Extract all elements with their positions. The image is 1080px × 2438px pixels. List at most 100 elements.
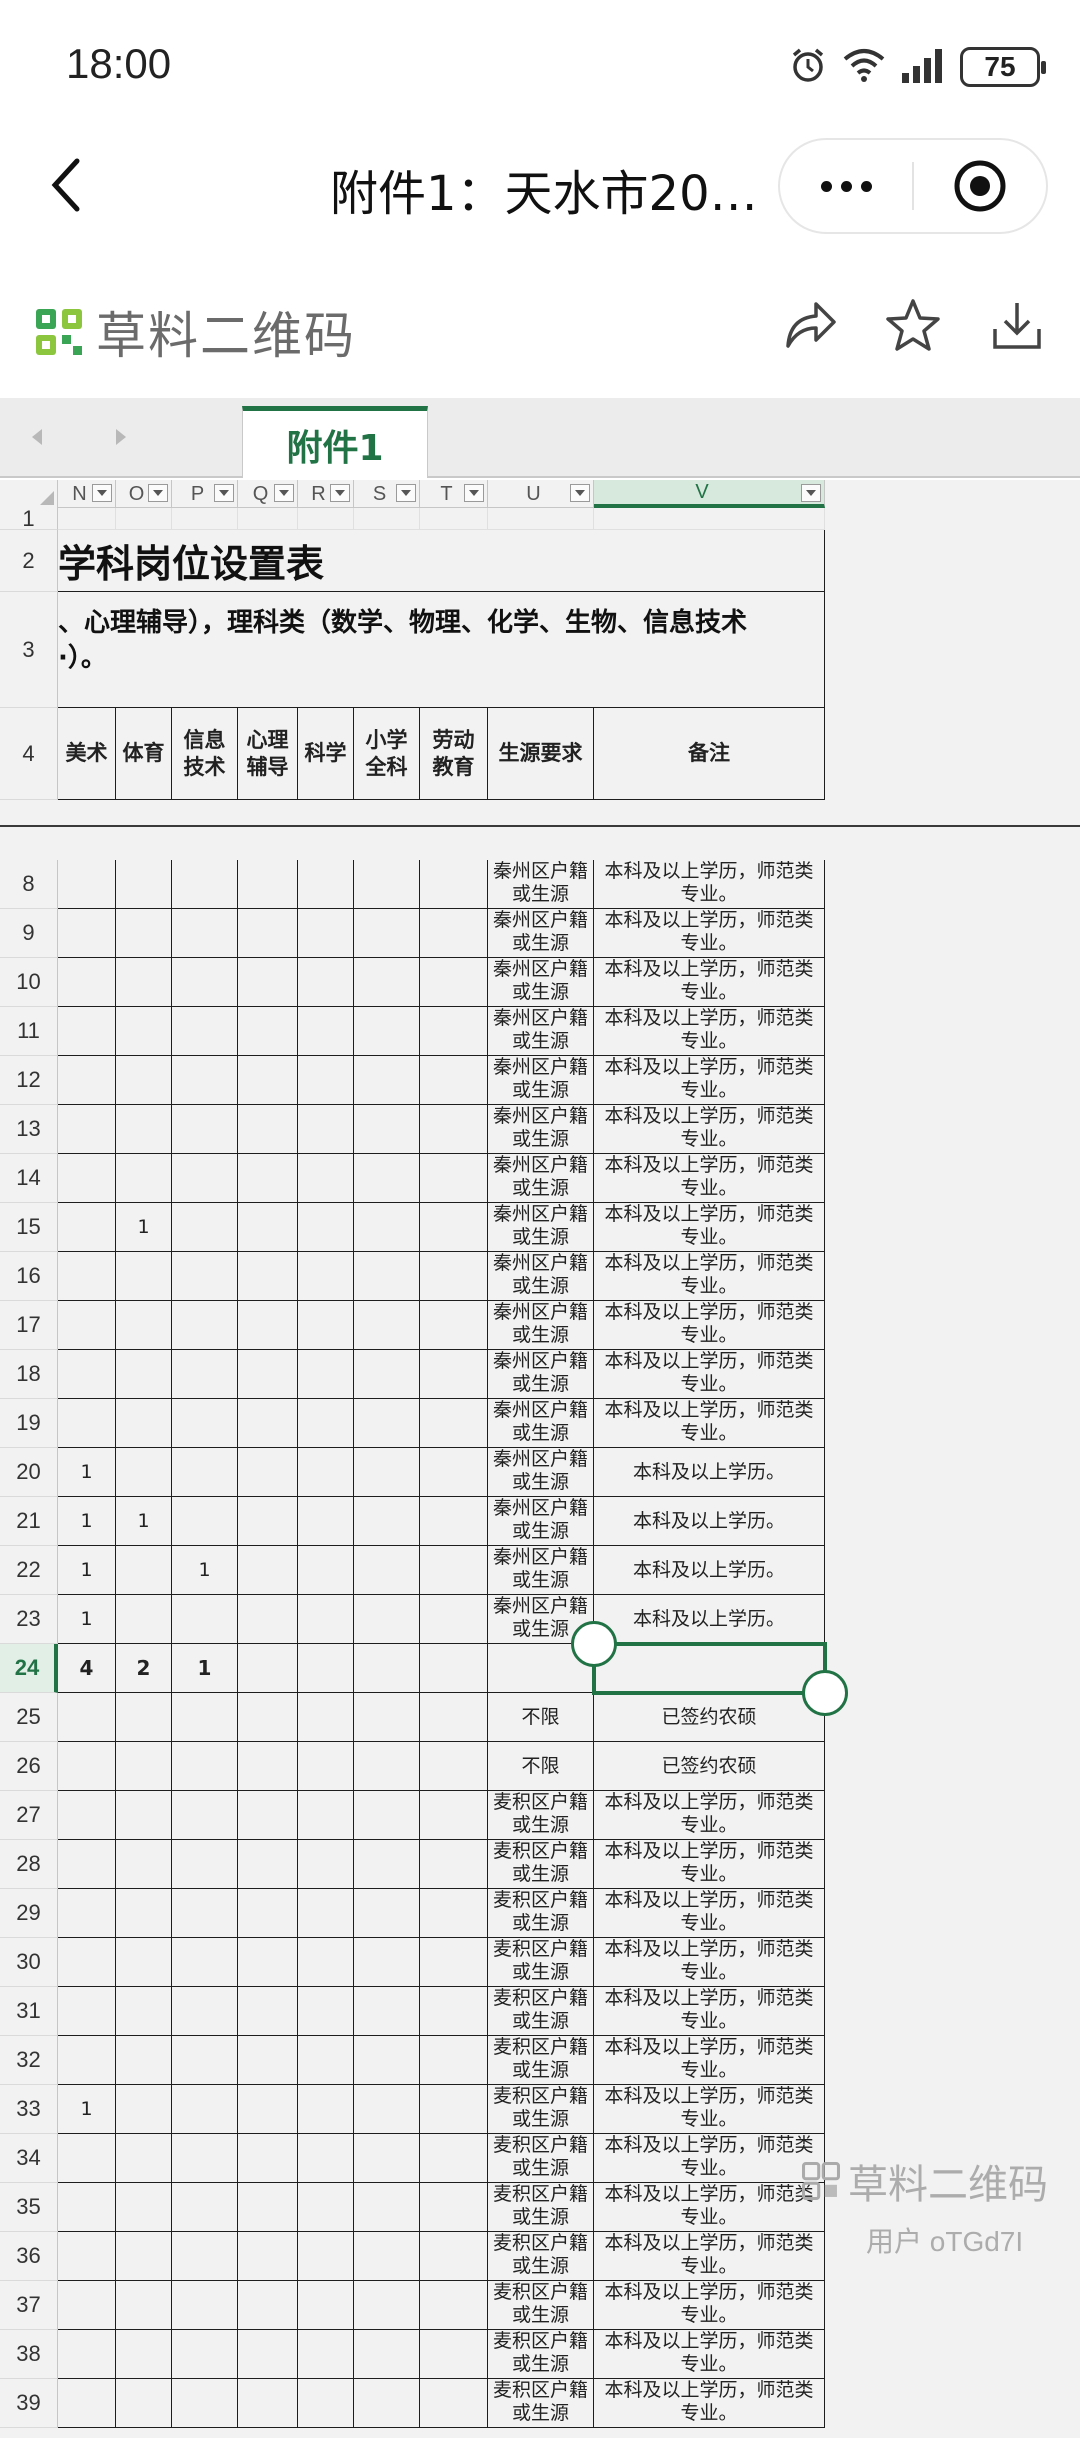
- cell[interactable]: [238, 1595, 298, 1644]
- cell[interactable]: [58, 1987, 116, 2036]
- cell[interactable]: [420, 2330, 488, 2379]
- cell[interactable]: [354, 1252, 420, 1301]
- cell[interactable]: [354, 2379, 420, 2428]
- cell[interactable]: [354, 508, 420, 530]
- cell[interactable]: [298, 1203, 354, 1252]
- row-header[interactable]: 9: [0, 909, 58, 958]
- cell[interactable]: [58, 1056, 116, 1105]
- cell[interactable]: [116, 1007, 172, 1056]
- cell[interactable]: [172, 2085, 238, 2134]
- selected-cell-V24[interactable]: [592, 1642, 827, 1695]
- cell[interactable]: [420, 1056, 488, 1105]
- source-requirement-cell[interactable]: 秦州区户籍或生源: [488, 1448, 594, 1497]
- cell[interactable]: [172, 2232, 238, 2281]
- source-requirement-cell[interactable]: 麦积区户籍或生源: [488, 2330, 594, 2379]
- row-header[interactable]: 3: [0, 592, 58, 708]
- cell[interactable]: [172, 2134, 238, 2183]
- remark-cell[interactable]: 已签约农硕: [594, 1742, 825, 1791]
- share-button[interactable]: [778, 292, 844, 358]
- cell[interactable]: [238, 1252, 298, 1301]
- cell[interactable]: [116, 2183, 172, 2232]
- cell[interactable]: [172, 1889, 238, 1938]
- cell[interactable]: [116, 1056, 172, 1105]
- cell[interactable]: [420, 2036, 488, 2085]
- cell[interactable]: [238, 2036, 298, 2085]
- cell[interactable]: [420, 1791, 488, 1840]
- cell[interactable]: [58, 1154, 116, 1203]
- remark-cell[interactable]: 本科及以上学历，师范类专业。: [594, 2134, 825, 2183]
- cell[interactable]: [58, 2281, 116, 2330]
- sheet-title-cell[interactable]: 学科岗位设置表: [58, 530, 825, 592]
- cell[interactable]: [298, 2183, 354, 2232]
- cell[interactable]: [58, 1007, 116, 1056]
- cell[interactable]: [354, 2330, 420, 2379]
- cell[interactable]: [116, 2232, 172, 2281]
- cell[interactable]: [238, 909, 298, 958]
- cell[interactable]: [298, 1497, 354, 1546]
- row-header[interactable]: 2: [0, 530, 58, 592]
- cell[interactable]: [354, 860, 420, 909]
- cell[interactable]: [354, 1399, 420, 1448]
- column-header-T[interactable]: T: [420, 480, 488, 508]
- cell[interactable]: [172, 2183, 238, 2232]
- cell[interactable]: [116, 1791, 172, 1840]
- cell[interactable]: [298, 958, 354, 1007]
- cell[interactable]: [116, 2330, 172, 2379]
- row-header[interactable]: 24: [0, 1644, 58, 1693]
- row-header[interactable]: 12: [0, 1056, 58, 1105]
- cell[interactable]: [420, 1105, 488, 1154]
- cell[interactable]: [420, 2379, 488, 2428]
- row-header[interactable]: 21: [0, 1497, 58, 1546]
- favorite-button[interactable]: [880, 292, 946, 358]
- cell[interactable]: [238, 1693, 298, 1742]
- cell[interactable]: [58, 508, 116, 530]
- cell[interactable]: [172, 1791, 238, 1840]
- column-header-R[interactable]: R: [298, 480, 354, 508]
- row-header[interactable]: 18: [0, 1350, 58, 1399]
- cell[interactable]: [238, 2085, 298, 2134]
- remark-cell[interactable]: 本科及以上学历，师范类专业。: [594, 2281, 825, 2330]
- cell[interactable]: [238, 2281, 298, 2330]
- row-header[interactable]: 19: [0, 1399, 58, 1448]
- source-requirement-cell[interactable]: 秦州区户籍或生源: [488, 1350, 594, 1399]
- download-button[interactable]: [984, 292, 1050, 358]
- cell[interactable]: [298, 1399, 354, 1448]
- cell[interactable]: [238, 1840, 298, 1889]
- cell[interactable]: 1: [58, 1497, 116, 1546]
- filter-dropdown-icon[interactable]: [330, 484, 350, 502]
- cell[interactable]: [116, 1252, 172, 1301]
- cell[interactable]: [238, 1448, 298, 1497]
- remark-cell[interactable]: 本科及以上学历，师范类专业。: [594, 2085, 825, 2134]
- cell[interactable]: [420, 1203, 488, 1252]
- cell[interactable]: [58, 958, 116, 1007]
- cell[interactable]: [420, 860, 488, 909]
- row-header[interactable]: 14: [0, 1154, 58, 1203]
- cell[interactable]: [420, 1987, 488, 2036]
- source-requirement-cell[interactable]: 麦积区户籍或生源: [488, 2232, 594, 2281]
- row-header[interactable]: 28: [0, 1840, 58, 1889]
- column-header-U[interactable]: U: [488, 480, 594, 508]
- cell[interactable]: [58, 1105, 116, 1154]
- remark-cell[interactable]: 本科及以上学历，师范类专业。: [594, 1938, 825, 1987]
- column-header-O[interactable]: O: [116, 480, 172, 508]
- cell[interactable]: [298, 1595, 354, 1644]
- cell[interactable]: [298, 1448, 354, 1497]
- cell[interactable]: [354, 2183, 420, 2232]
- cell[interactable]: [420, 1840, 488, 1889]
- cell[interactable]: [58, 860, 116, 909]
- source-requirement-cell[interactable]: 秦州区户籍或生源: [488, 1546, 594, 1595]
- cell[interactable]: [116, 1448, 172, 1497]
- cell[interactable]: [172, 1840, 238, 1889]
- cell[interactable]: [238, 1791, 298, 1840]
- cell[interactable]: [58, 2183, 116, 2232]
- cell[interactable]: [420, 909, 488, 958]
- cell[interactable]: [298, 1546, 354, 1595]
- source-requirement-cell[interactable]: 麦积区户籍或生源: [488, 2183, 594, 2232]
- cell[interactable]: [354, 1154, 420, 1203]
- next-sheet-button[interactable]: [106, 422, 136, 452]
- cell[interactable]: [298, 1987, 354, 2036]
- cell[interactable]: [172, 1693, 238, 1742]
- remark-cell[interactable]: 本科及以上学历，师范类专业。: [594, 1889, 825, 1938]
- cell[interactable]: [354, 1889, 420, 1938]
- remark-cell[interactable]: 本科及以上学历，师范类专业。: [594, 860, 825, 909]
